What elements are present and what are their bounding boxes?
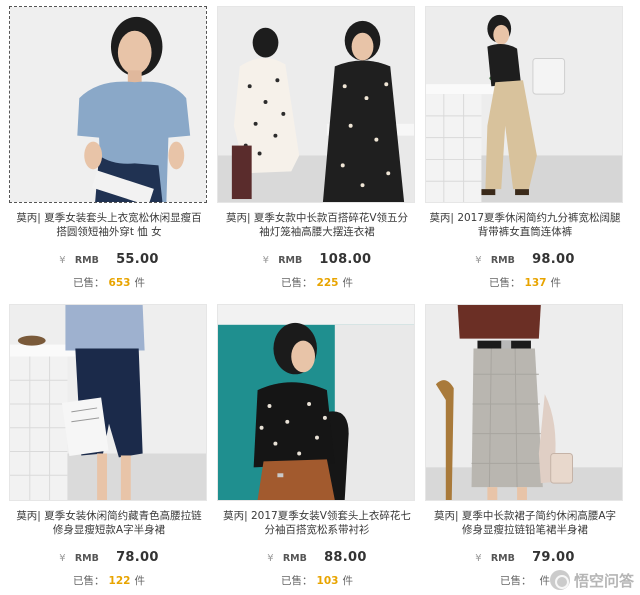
currency-label: RMB bbox=[74, 255, 99, 266]
watermark: 悟空问答 bbox=[549, 569, 634, 591]
sold-count: 225 bbox=[316, 277, 339, 289]
price-row: ¥ RMB 98.00 bbox=[425, 252, 625, 267]
product-image[interactable] bbox=[9, 304, 207, 501]
yen-symbol: ¥ bbox=[59, 255, 66, 266]
sold-row: 已售： 122 件 bbox=[9, 573, 209, 588]
yen-symbol: ¥ bbox=[475, 255, 482, 266]
sold-unit: 件 bbox=[539, 575, 551, 587]
sold-row: 已售： 653 件 bbox=[9, 275, 209, 290]
sold-label: 已售： bbox=[73, 277, 105, 289]
sold-unit: 件 bbox=[342, 575, 353, 587]
product-card[interactable]: 莫丙| 2017夏季休闲简约九分裤宽松阔腿背带裤女直筒连体裤 ¥ RMB 98.… bbox=[425, 6, 625, 290]
sold-count: 103 bbox=[316, 575, 339, 587]
sold-label: 已售： bbox=[281, 575, 313, 587]
yen-symbol: ¥ bbox=[475, 553, 482, 564]
sold-label: 已售： bbox=[489, 277, 521, 289]
product-grid: 莫丙| 夏季女装套头上衣宽松休闲显瘦百搭圆领短袖外穿t 恤 女 ¥ RMB 55… bbox=[0, 0, 640, 595]
price-value: 88.00 bbox=[324, 550, 367, 565]
sold-label: 已售： bbox=[73, 575, 105, 587]
sold-row: 已售： 137 件 bbox=[425, 275, 625, 290]
sold-unit: 件 bbox=[134, 277, 145, 289]
sold-label: 已售： bbox=[281, 277, 313, 289]
price-row: ¥ RMB 88.00 bbox=[217, 550, 417, 565]
product-title[interactable]: 莫丙| 夏季女装休闲简约藏青色高腰拉链修身显瘦短款A字半身裙 bbox=[9, 509, 209, 537]
yen-symbol: ¥ bbox=[59, 553, 66, 564]
product-image[interactable] bbox=[9, 6, 207, 203]
product-title[interactable]: 莫丙| 夏季女装套头上衣宽松休闲显瘦百搭圆领短袖外穿t 恤 女 bbox=[9, 211, 209, 239]
currency-label: RMB bbox=[490, 255, 515, 266]
currency-label: RMB bbox=[490, 553, 515, 564]
wukong-logo-icon bbox=[549, 570, 570, 590]
price-row: ¥ RMB 55.00 bbox=[9, 252, 209, 267]
price-value: 98.00 bbox=[532, 252, 575, 267]
sold-label: 已售： bbox=[500, 575, 532, 587]
product-image[interactable] bbox=[425, 304, 623, 501]
product-card[interactable]: 莫丙| 2017夏季女装V领套头上衣碎花七分袖百搭宽松系带衬衫 ¥ RMB 88… bbox=[217, 304, 417, 588]
sold-unit: 件 bbox=[550, 277, 561, 289]
product-image[interactable] bbox=[217, 304, 415, 501]
price-value: 55.00 bbox=[116, 252, 159, 267]
product-title[interactable]: 莫丙| 2017夏季休闲简约九分裤宽松阔腿背带裤女直筒连体裤 bbox=[425, 211, 625, 239]
sold-row: 已售： 103 件 bbox=[217, 573, 417, 588]
sold-unit: 件 bbox=[134, 575, 145, 587]
sold-count: 122 bbox=[108, 575, 131, 587]
product-image[interactable] bbox=[217, 6, 415, 203]
yen-symbol: ¥ bbox=[262, 255, 269, 266]
price-value: 78.00 bbox=[116, 550, 159, 565]
price-row: ¥ RMB 78.00 bbox=[9, 550, 209, 565]
price-value: 108.00 bbox=[319, 252, 372, 267]
price-value: 79.00 bbox=[532, 550, 575, 565]
yen-symbol: ¥ bbox=[267, 553, 274, 564]
product-title[interactable]: 莫丙| 2017夏季女装V领套头上衣碎花七分袖百搭宽松系带衬衫 bbox=[217, 509, 417, 537]
currency-label: RMB bbox=[74, 553, 99, 564]
currency-label: RMB bbox=[278, 255, 303, 266]
sold-count: 653 bbox=[108, 277, 131, 289]
product-card[interactable]: 莫丙| 夏季女装套头上衣宽松休闲显瘦百搭圆领短袖外穿t 恤 女 ¥ RMB 55… bbox=[9, 6, 209, 290]
sold-count: 137 bbox=[524, 277, 547, 289]
product-card[interactable]: 莫丙| 夏季中长款裙子简约休闲高腰A字修身显瘦拉链铅笔裙半身裙 ¥ RMB 79… bbox=[425, 304, 625, 588]
sold-unit: 件 bbox=[342, 277, 353, 289]
product-title[interactable]: 莫丙| 夏季女款中长款百搭碎花V领五分袖灯笼袖高腰大摆连衣裙 bbox=[217, 211, 417, 239]
watermark-text: 悟空问答 bbox=[573, 571, 634, 590]
product-card[interactable]: 莫丙| 夏季女款中长款百搭碎花V领五分袖灯笼袖高腰大摆连衣裙 ¥ RMB 108… bbox=[217, 6, 417, 290]
price-row: ¥ RMB 79.00 bbox=[425, 550, 625, 565]
product-card[interactable]: 莫丙| 夏季女装休闲简约藏青色高腰拉链修身显瘦短款A字半身裙 ¥ RMB 78.… bbox=[9, 304, 209, 588]
product-image[interactable] bbox=[425, 6, 623, 203]
currency-label: RMB bbox=[282, 553, 307, 564]
sold-row: 已售： 225 件 bbox=[217, 275, 417, 290]
price-row: ¥ RMB 108.00 bbox=[217, 252, 417, 267]
product-title[interactable]: 莫丙| 夏季中长款裙子简约休闲高腰A字修身显瘦拉链铅笔裙半身裙 bbox=[425, 509, 625, 537]
